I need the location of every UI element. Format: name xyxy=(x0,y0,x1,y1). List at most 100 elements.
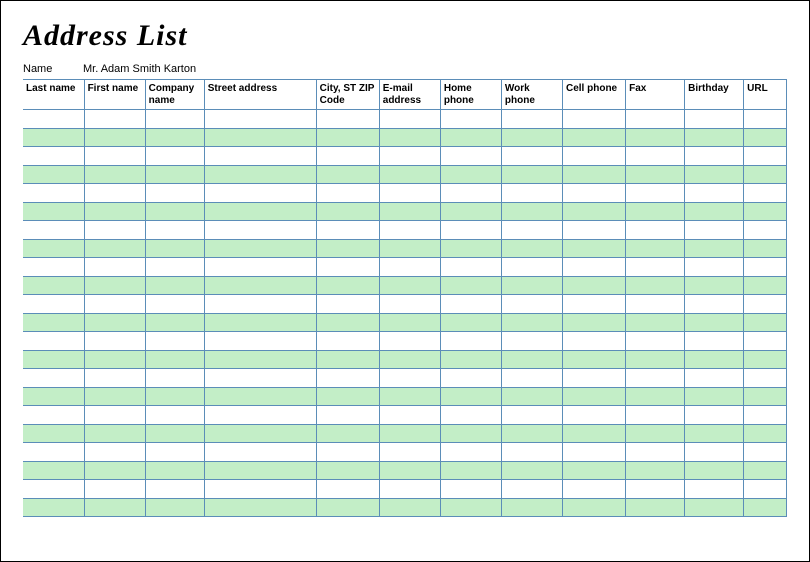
table-cell[interactable] xyxy=(685,128,744,147)
table-cell[interactable] xyxy=(744,295,787,314)
table-cell[interactable] xyxy=(84,258,145,277)
table-cell[interactable] xyxy=(440,239,501,258)
table-cell[interactable] xyxy=(563,369,626,388)
table-cell[interactable] xyxy=(626,424,685,443)
col-header-company[interactable]: Company name xyxy=(145,80,204,110)
col-header-city-zip[interactable]: City, ST ZIP Code xyxy=(316,80,379,110)
col-header-cell-phone[interactable]: Cell phone xyxy=(563,80,626,110)
table-cell[interactable] xyxy=(563,313,626,332)
table-cell[interactable] xyxy=(316,406,379,425)
table-cell[interactable] xyxy=(440,184,501,203)
table-cell[interactable] xyxy=(84,387,145,406)
table-cell[interactable] xyxy=(626,258,685,277)
table-cell[interactable] xyxy=(563,184,626,203)
table-cell[interactable] xyxy=(685,202,744,221)
table-cell[interactable] xyxy=(685,350,744,369)
table-cell[interactable] xyxy=(145,202,204,221)
table-cell[interactable] xyxy=(23,239,84,258)
table-cell[interactable] xyxy=(501,424,562,443)
table-cell[interactable] xyxy=(379,221,440,240)
table-cell[interactable] xyxy=(626,295,685,314)
table-cell[interactable] xyxy=(744,165,787,184)
table-cell[interactable] xyxy=(23,276,84,295)
col-header-last-name[interactable]: Last name xyxy=(23,80,84,110)
table-cell[interactable] xyxy=(563,128,626,147)
table-cell[interactable] xyxy=(685,369,744,388)
table-cell[interactable] xyxy=(501,147,562,166)
table-cell[interactable] xyxy=(626,480,685,499)
table-cell[interactable] xyxy=(626,369,685,388)
table-cell[interactable] xyxy=(563,480,626,499)
table-cell[interactable] xyxy=(84,424,145,443)
table-cell[interactable] xyxy=(204,424,316,443)
table-cell[interactable] xyxy=(23,165,84,184)
table-cell[interactable] xyxy=(204,332,316,351)
table-cell[interactable] xyxy=(379,424,440,443)
table-cell[interactable] xyxy=(685,147,744,166)
table-cell[interactable] xyxy=(316,350,379,369)
table-cell[interactable] xyxy=(440,221,501,240)
table-cell[interactable] xyxy=(501,313,562,332)
col-header-birthday[interactable]: Birthday xyxy=(685,80,744,110)
table-cell[interactable] xyxy=(685,110,744,129)
table-cell[interactable] xyxy=(23,369,84,388)
table-cell[interactable] xyxy=(316,313,379,332)
table-cell[interactable] xyxy=(626,350,685,369)
table-cell[interactable] xyxy=(316,165,379,184)
table-cell[interactable] xyxy=(84,498,145,517)
table-cell[interactable] xyxy=(685,313,744,332)
table-cell[interactable] xyxy=(379,184,440,203)
table-cell[interactable] xyxy=(626,387,685,406)
table-cell[interactable] xyxy=(440,369,501,388)
table-cell[interactable] xyxy=(145,128,204,147)
table-cell[interactable] xyxy=(626,498,685,517)
table-cell[interactable] xyxy=(563,295,626,314)
table-cell[interactable] xyxy=(84,295,145,314)
table-cell[interactable] xyxy=(501,350,562,369)
table-cell[interactable] xyxy=(685,165,744,184)
table-cell[interactable] xyxy=(379,443,440,462)
table-cell[interactable] xyxy=(204,184,316,203)
table-cell[interactable] xyxy=(23,128,84,147)
table-cell[interactable] xyxy=(626,276,685,295)
table-cell[interactable] xyxy=(316,424,379,443)
table-cell[interactable] xyxy=(440,110,501,129)
table-cell[interactable] xyxy=(501,369,562,388)
table-cell[interactable] xyxy=(145,369,204,388)
table-cell[interactable] xyxy=(84,276,145,295)
table-cell[interactable] xyxy=(744,369,787,388)
table-cell[interactable] xyxy=(563,406,626,425)
table-cell[interactable] xyxy=(744,184,787,203)
table-cell[interactable] xyxy=(23,258,84,277)
table-cell[interactable] xyxy=(84,406,145,425)
table-cell[interactable] xyxy=(563,332,626,351)
table-cell[interactable] xyxy=(501,498,562,517)
table-cell[interactable] xyxy=(744,128,787,147)
table-cell[interactable] xyxy=(145,313,204,332)
table-cell[interactable] xyxy=(501,258,562,277)
table-cell[interactable] xyxy=(84,184,145,203)
table-cell[interactable] xyxy=(316,202,379,221)
table-cell[interactable] xyxy=(440,387,501,406)
table-cell[interactable] xyxy=(204,461,316,480)
table-cell[interactable] xyxy=(626,461,685,480)
table-cell[interactable] xyxy=(204,110,316,129)
table-cell[interactable] xyxy=(316,461,379,480)
table-cell[interactable] xyxy=(563,165,626,184)
table-cell[interactable] xyxy=(744,276,787,295)
table-cell[interactable] xyxy=(145,258,204,277)
table-cell[interactable] xyxy=(563,221,626,240)
table-cell[interactable] xyxy=(84,239,145,258)
table-cell[interactable] xyxy=(316,276,379,295)
table-cell[interactable] xyxy=(145,276,204,295)
table-cell[interactable] xyxy=(316,221,379,240)
table-cell[interactable] xyxy=(685,424,744,443)
table-cell[interactable] xyxy=(685,258,744,277)
col-header-url[interactable]: URL xyxy=(744,80,787,110)
table-cell[interactable] xyxy=(84,443,145,462)
table-cell[interactable] xyxy=(501,110,562,129)
table-cell[interactable] xyxy=(563,147,626,166)
table-cell[interactable] xyxy=(440,461,501,480)
table-cell[interactable] xyxy=(145,110,204,129)
table-cell[interactable] xyxy=(626,332,685,351)
